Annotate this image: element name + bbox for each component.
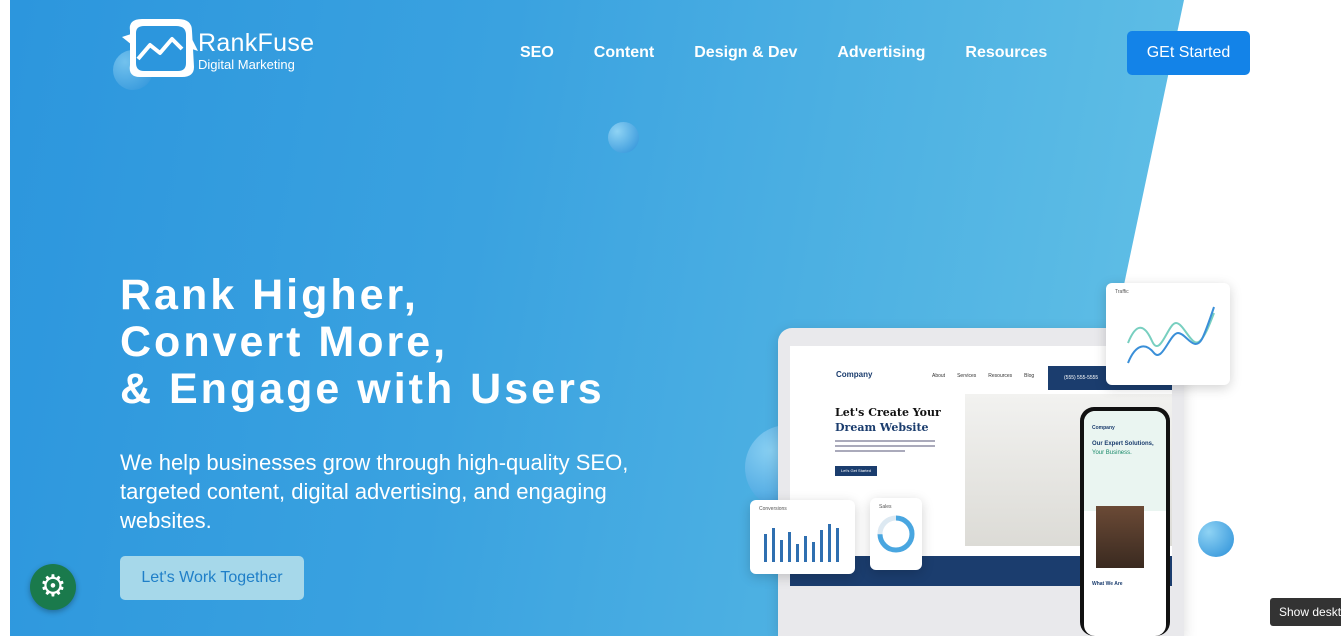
headline-line: Convert More,: [120, 318, 449, 366]
phone-screen: Company Our Expert Solutions, Your Busin…: [1084, 411, 1166, 636]
brand-logo[interactable]: RankFuse Digital Marketing: [120, 15, 330, 83]
brand-name: RankFuse: [198, 29, 315, 57]
mock-site-button: Let's Get Started: [835, 466, 877, 476]
nav-item-content[interactable]: Content: [594, 42, 654, 64]
hero-subtext: We help businesses grow through high-qua…: [120, 450, 629, 533]
sales-card: Sales: [870, 498, 922, 570]
phone-title: Our Expert Solutions,: [1092, 441, 1154, 447]
work-together-button[interactable]: Let's Work Together: [120, 556, 304, 600]
hero-section: RankFuse Digital Marketing SEO Content D…: [10, 0, 1341, 636]
mock-nav-item: About: [932, 373, 946, 379]
phone-photo: [1096, 506, 1144, 568]
mock-site-nav: About Services Resources Blog: [932, 373, 1034, 379]
mock-nav-item: Blog: [1024, 373, 1035, 379]
conversions-bar-chart: [764, 524, 839, 562]
traffic-card: Traffic: [1106, 283, 1230, 385]
show-desktop-tooltip: Show desktop: [1270, 598, 1341, 626]
chart-badge-icon: [122, 19, 198, 77]
settings-button[interactable]: ⚙: [30, 564, 76, 610]
nav-item-seo[interactable]: SEO: [520, 42, 554, 64]
nav-item-advertising[interactable]: Advertising: [837, 42, 925, 64]
traffic-line-chart: [1127, 306, 1215, 364]
mock-site-title-accent: Dream Website: [835, 421, 929, 434]
conversions-card: Conversions: [750, 500, 855, 574]
sales-donut-chart: [877, 515, 915, 553]
mock-nav-item: Resources: [988, 373, 1013, 379]
decorative-bubble: [608, 122, 639, 153]
page-left-edge: [0, 0, 10, 636]
gear-icon: ⚙: [39, 570, 67, 603]
get-started-button[interactable]: GEt Started: [1127, 31, 1250, 75]
hero-headline: Rank Higher, Convert More, & Engage with…: [120, 272, 605, 413]
phone-subtitle: Your Business.: [1092, 450, 1132, 456]
nav-item-resources[interactable]: Resources: [965, 42, 1047, 64]
device-mockup: Company About Services Resources Blog (5…: [735, 280, 1255, 636]
mock-nav-item: Services: [957, 373, 977, 379]
headline-line: Rank Higher,: [120, 271, 419, 319]
mock-site-paragraph: [835, 440, 935, 455]
mock-site-title: Let's Create Your: [835, 406, 941, 419]
headline-line: & Engage with Users: [120, 365, 605, 413]
brand-tagline: Digital Marketing: [198, 57, 295, 72]
nav-item-design-dev[interactable]: Design & Dev: [694, 42, 797, 64]
phone-section-title: What We Are: [1092, 581, 1123, 587]
mock-site-logo: Company: [836, 370, 873, 379]
phone-logo: Company: [1092, 425, 1115, 431]
main-nav: SEO Content Design & Dev Advertising Res…: [520, 42, 1047, 64]
phone-mockup: Company Our Expert Solutions, Your Busin…: [1080, 407, 1170, 636]
